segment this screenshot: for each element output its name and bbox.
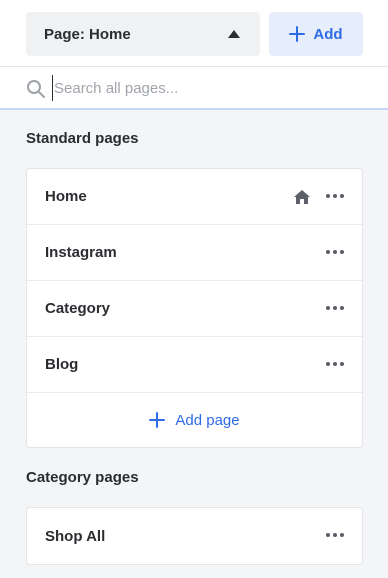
page-row-home[interactable]: Home [27,169,362,225]
page-select-dropdown[interactable]: Page: Home [26,12,260,56]
category-pages-heading: Category pages [26,469,139,486]
page-row-shop-all[interactable]: Shop All [27,508,362,564]
page-select-label: Page: Home [44,25,131,43]
more-options-icon[interactable] [326,362,344,366]
plus-icon [289,26,306,42]
search-bar [0,66,388,110]
page-row-label: Home [45,188,87,205]
page-row-blog[interactable]: Blog [27,337,362,393]
add-button-label: Add [313,25,343,43]
page-row-label: Category [45,300,111,317]
standard-pages-list: Home Instagram Category Blog Add page [26,168,363,448]
category-pages-list: Shop All [26,507,363,565]
page-row-label: Shop All [45,527,106,545]
search-input[interactable] [52,75,374,101]
page-row-label: Instagram [45,244,117,261]
add-page-button[interactable]: Add page [27,393,362,447]
page-row-instagram[interactable]: Instagram [27,225,362,281]
search-icon [27,80,45,98]
page-row-category[interactable]: Category [27,281,362,337]
top-bar: Page: Home Add [0,0,388,66]
more-options-icon[interactable] [326,194,344,198]
caret-up-icon [228,30,240,38]
add-button[interactable]: Add [269,12,363,56]
more-options-icon[interactable] [326,533,344,537]
more-options-icon[interactable] [326,306,344,310]
more-options-icon[interactable] [326,250,344,254]
add-page-label: Add page [175,411,240,429]
page-row-label: Blog [45,356,79,373]
home-icon [294,190,310,204]
plus-icon [149,412,166,428]
standard-pages-heading: Standard pages [26,130,139,147]
